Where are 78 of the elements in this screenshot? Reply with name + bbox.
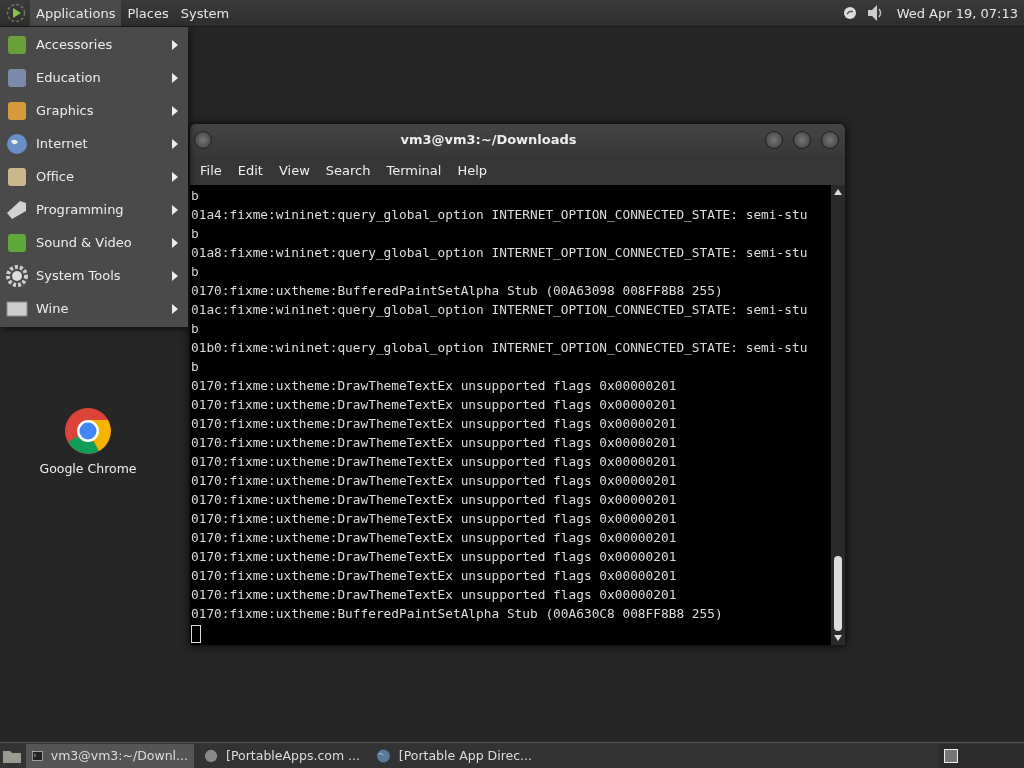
submenu-arrow-icon <box>172 270 178 281</box>
scrollbar-thumb[interactable] <box>834 556 842 631</box>
terminal-line: b <box>191 225 200 243</box>
terminal-line: 0170:fixme:uxtheme:DrawThemeTextEx unsupported flags 0x00000201 <box>191 586 678 604</box>
menu-item[interactable]: Help <box>449 162 496 178</box>
window-title: vm3@vm3:~/Downloads <box>399 132 578 147</box>
terminal-line: 0170:fixme:uxtheme:DrawThemeTextEx unsupported flags 0x00000201 <box>191 396 678 414</box>
category-icon <box>6 231 28 254</box>
submenu-arrow-icon <box>172 138 178 149</box>
category-icon <box>6 99 28 122</box>
terminal-line: 01b0:fixme:wininet:query_global_option INTERNET_OPTION_CONNECTED_STATE: semi-stu <box>191 339 809 357</box>
menu-item[interactable]: Graphics <box>0 94 188 127</box>
menu-item[interactable]: Wine <box>0 292 188 325</box>
category-icon <box>6 165 28 188</box>
browser-icon[interactable] <box>64 407 112 455</box>
submenu-arrow-icon <box>172 105 178 116</box>
menu-item[interactable]: Search <box>317 162 379 178</box>
globe-icon <box>376 747 391 764</box>
scroll-down-icon[interactable] <box>834 635 842 641</box>
menu-item[interactable]: File <box>192 162 230 178</box>
submenu-arrow-icon <box>172 303 178 314</box>
submenu-arrow-icon <box>172 39 178 50</box>
terminal-line: b <box>191 187 200 205</box>
terminal-icon <box>32 748 43 763</box>
category-icon <box>6 66 28 89</box>
desktop-icon-label[interactable]: Google Chrome <box>39 461 137 476</box>
menu-item[interactable]: Accessories <box>0 28 188 61</box>
scroll-up-icon[interactable] <box>834 189 842 195</box>
menu-item[interactable]: Internet <box>0 127 188 160</box>
taskbar-button[interactable]: [PortableApps.com ... <box>198 743 366 768</box>
window-menu-icon[interactable] <box>194 130 212 149</box>
close-button[interactable] <box>821 130 839 149</box>
terminal-line: 0170:fixme:uxtheme:DrawThemeTextEx unsupported flags 0x00000201 <box>191 529 678 547</box>
distro-logo-icon[interactable] <box>6 3 26 23</box>
menu-item[interactable]: View <box>270 162 318 178</box>
menu-item[interactable]: Programming <box>0 193 188 226</box>
panel-menu[interactable]: Applications <box>30 0 122 26</box>
submenu-arrow-icon <box>172 237 178 248</box>
panel-menu[interactable]: System <box>174 0 236 26</box>
terminal-line: 01a4:fixme:wininet:query_global_option INTERNET_OPTION_CONNECTED_STATE: semi-stu <box>191 206 809 224</box>
terminal-line: b <box>191 358 200 376</box>
terminal-line: 01ac:fixme:wininet:query_global_option INTERNET_OPTION_CONNECTED_STATE: semi-stu <box>191 301 809 319</box>
scrollbar[interactable] <box>831 185 845 645</box>
maximize-button[interactable] <box>793 130 811 149</box>
submenu-arrow-icon <box>172 72 178 83</box>
panel-menu[interactable]: Places <box>121 0 175 26</box>
minimize-button[interactable] <box>765 130 783 149</box>
terminal-line: 0170:fixme:uxtheme:BufferedPaintSetAlpha Stub (00A63098 008FF8B8 255) <box>191 282 724 300</box>
terminal-line: 0170:fixme:uxtheme:DrawThemeTextEx unsupported flags 0x00000201 <box>191 510 678 528</box>
clock[interactable]: Wed Apr 19, 07:13 <box>896 5 1018 21</box>
taskbar-button[interactable]: vm3@vm3:~/Downl... <box>26 743 194 768</box>
workspace-switcher[interactable] <box>938 743 1024 768</box>
menu-item[interactable]: Education <box>0 61 188 94</box>
terminal-line: 0170:fixme:uxtheme:DrawThemeTextEx unsupported flags 0x00000201 <box>191 491 678 509</box>
menu-item[interactable]: Sound & Video <box>0 226 188 259</box>
category-icon <box>6 198 28 221</box>
terminal-line: b <box>191 263 200 281</box>
submenu-arrow-icon <box>172 171 178 182</box>
category-icon <box>6 33 28 56</box>
terminal-line: 0170:fixme:uxtheme:DrawThemeTextEx unsupported flags 0x00000201 <box>191 548 678 566</box>
terminal-line: 0170:fixme:uxtheme:DrawThemeTextEx unsupported flags 0x00000201 <box>191 434 678 452</box>
terminal-line: 01a8:fixme:wininet:query_global_option INTERNET_OPTION_CONNECTED_STATE: semi-stu <box>191 244 809 262</box>
menu-item[interactable]: Office <box>0 160 188 193</box>
app-icon <box>204 747 219 764</box>
terminal-line: b <box>191 320 200 338</box>
terminal-line: 0170:fixme:uxtheme:BufferedPaintSetAlpha Stub (00A630C8 008FF8B8 255) <box>191 605 724 623</box>
terminal-line: 0170:fixme:uxtheme:DrawThemeTextEx unsupported flags 0x00000201 <box>191 472 678 490</box>
terminal-line: 0170:fixme:uxtheme:DrawThemeTextEx unsupported flags 0x00000201 <box>191 453 678 471</box>
menu-item[interactable]: System Tools <box>0 259 188 292</box>
terminal-line: 0170:fixme:uxtheme:DrawThemeTextEx unsupported flags 0x00000201 <box>191 377 678 395</box>
gear-icon <box>6 264 28 287</box>
taskbar-button[interactable]: [Portable App Direc... <box>370 743 538 768</box>
submenu-arrow-icon <box>172 204 178 215</box>
globe-icon <box>6 132 28 155</box>
terminal-line: 0170:fixme:uxtheme:DrawThemeTextEx unsupported flags 0x00000201 <box>191 567 678 585</box>
menu-item[interactable]: Terminal <box>378 162 450 178</box>
terminal-line: 0170:fixme:uxtheme:DrawThemeTextEx unsupported flags 0x00000201 <box>191 415 678 433</box>
menu-item[interactable]: Edit <box>229 162 271 178</box>
